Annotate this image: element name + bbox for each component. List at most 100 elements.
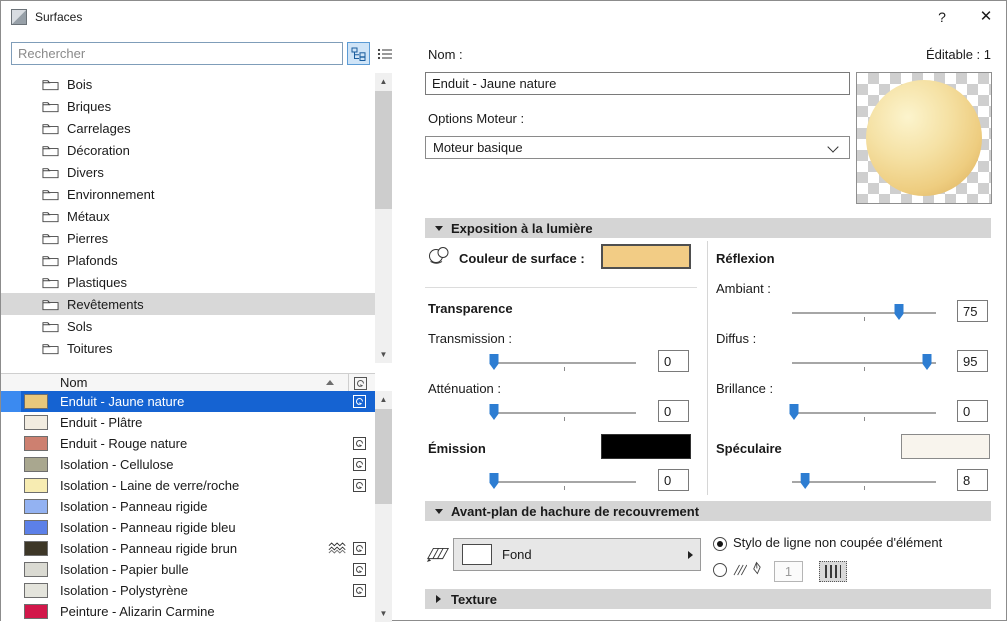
close-button[interactable]: ✕: [965, 1, 1007, 33]
table-row[interactable]: Isolation - Panneau rigide: [1, 496, 375, 517]
scroll-up-icon[interactable]: ▲: [375, 391, 392, 408]
folder-row[interactable]: Sols: [1, 315, 375, 337]
collapse-triangle-icon: [435, 226, 443, 231]
specular-slider[interactable]: [790, 472, 938, 492]
folder-icon: [42, 341, 59, 355]
help-button[interactable]: ?: [923, 1, 961, 33]
folder-tree: Bois Briques Carrelages Décoration Diver…: [1, 73, 375, 359]
folder-label: Sols: [67, 319, 92, 334]
slider-thumb[interactable]: [490, 473, 499, 489]
emission-title: Émission: [428, 441, 486, 456]
table-row[interactable]: Isolation - Papier bulle: [1, 559, 375, 580]
folder-label: Décoration: [67, 143, 130, 158]
search-input[interactable]: [11, 42, 343, 65]
material-color-swatch: [24, 604, 48, 619]
name-column-header[interactable]: Nom: [60, 375, 87, 390]
material-name: Enduit - Jaune nature: [60, 394, 184, 409]
emission-color-swatch[interactable]: [601, 434, 691, 459]
custom-pen-radio[interactable]: [713, 563, 727, 577]
scroll-up-icon[interactable]: ▲: [375, 73, 392, 90]
folder-row[interactable]: Briques: [1, 95, 375, 117]
material-name: Isolation - Cellulose: [60, 457, 173, 472]
table-row[interactable]: Enduit - Rouge nature: [1, 433, 375, 454]
folder-label: Bois: [67, 77, 92, 92]
slider-thumb[interactable]: [490, 354, 499, 370]
material-name: Enduit - Plâtre: [60, 415, 142, 430]
materials-scrollbar[interactable]: ▲ ▼: [375, 391, 392, 622]
table-row[interactable]: Peinture - Alizarin Carmine: [1, 601, 375, 622]
diffuse-value[interactable]: [957, 350, 988, 372]
attenuation-slider[interactable]: [490, 403, 638, 423]
ambient-value[interactable]: [957, 300, 988, 322]
slider-thumb[interactable]: [801, 473, 810, 489]
section-cover-fill[interactable]: Avant-plan de hachure de recouvrement: [425, 501, 991, 521]
engine-select[interactable]: Moteur basique: [425, 136, 850, 159]
folder-scrollbar[interactable]: ▲ ▼: [375, 73, 392, 363]
specular-color-swatch[interactable]: [901, 434, 990, 459]
table-row[interactable]: Isolation - Laine de verre/roche: [1, 475, 375, 496]
row-select-indicator: [1, 517, 21, 538]
shininess-value[interactable]: [957, 400, 988, 422]
section-texture[interactable]: Texture: [425, 589, 991, 609]
folder-icon: [42, 121, 59, 135]
folder-row[interactable]: Toitures: [1, 337, 375, 359]
table-row[interactable]: Isolation - Panneau rigide bleu: [1, 517, 375, 538]
shininess-slider[interactable]: [790, 403, 938, 423]
table-row[interactable]: Isolation - Cellulose: [1, 454, 375, 475]
uncut-line-pen-radio[interactable]: [713, 537, 727, 551]
shininess-label: Brillance :: [716, 381, 773, 396]
folder-label: Carrelages: [67, 121, 131, 136]
table-row[interactable]: Isolation - Panneau rigide brun: [1, 538, 375, 559]
slider-thumb[interactable]: [490, 404, 499, 420]
diffuse-slider[interactable]: [790, 353, 938, 373]
list-view-button[interactable]: [373, 42, 396, 65]
attenuation-value[interactable]: [658, 400, 689, 422]
folder-row[interactable]: Métaux: [1, 205, 375, 227]
scrollbar-thumb[interactable]: [375, 91, 392, 209]
folder-row[interactable]: Pierres: [1, 227, 375, 249]
row-select-indicator: [1, 454, 21, 475]
folder-row[interactable]: Environnement: [1, 183, 375, 205]
section-light-exposure[interactable]: Exposition à la lumière: [425, 218, 991, 238]
ambient-slider[interactable]: [790, 303, 938, 323]
folder-row[interactable]: Divers: [1, 161, 375, 183]
surface-color-swatch[interactable]: [601, 244, 691, 269]
specular-value[interactable]: [957, 469, 988, 491]
transmission-value[interactable]: [658, 350, 689, 372]
folder-row[interactable]: Carrelages: [1, 117, 375, 139]
surface-name-input[interactable]: [425, 72, 850, 95]
folder-row[interactable]: Plastiques: [1, 271, 375, 293]
editable-count: Éditable : 1: [791, 47, 991, 62]
scroll-down-icon[interactable]: ▼: [375, 605, 392, 622]
slider-thumb[interactable]: [923, 354, 932, 370]
tree-view-button[interactable]: [347, 42, 370, 65]
transmission-slider[interactable]: [490, 353, 638, 373]
emission-slider[interactable]: [490, 472, 638, 492]
table-row[interactable]: Isolation - Polystyrène: [1, 580, 375, 601]
slider-track: [792, 481, 936, 483]
table-row[interactable]: Enduit - Plâtre: [1, 412, 375, 433]
emission-value[interactable]: [658, 469, 689, 491]
pen-number-input[interactable]: [774, 561, 803, 582]
folder-row[interactable]: Plafonds: [1, 249, 375, 271]
scroll-down-icon[interactable]: ▼: [375, 346, 392, 363]
scrollbar-thumb[interactable]: [375, 409, 392, 504]
material-color-swatch: [24, 562, 48, 577]
row-select-indicator: [1, 496, 21, 517]
slider-thumb[interactable]: [790, 404, 799, 420]
folder-label: Pierres: [67, 231, 108, 246]
row-select-indicator: [1, 412, 21, 433]
slider-thumb[interactable]: [895, 304, 904, 320]
material-name: Isolation - Panneau rigide: [60, 499, 207, 514]
column-separator: [348, 374, 349, 392]
cover-fill-select[interactable]: Fond: [453, 538, 701, 571]
material-name: Peinture - Alizarin Carmine: [60, 604, 215, 619]
folder-label: Briques: [67, 99, 111, 114]
folder-row[interactable]: Décoration: [1, 139, 375, 161]
surface-color-label: Couleur de surface :: [459, 251, 585, 266]
materials-table-header[interactable]: Nom: [1, 373, 375, 392]
folder-row[interactable]: Bois: [1, 73, 375, 95]
folder-row[interactable]: Revêtements: [1, 293, 375, 315]
table-row[interactable]: Enduit - Jaune nature: [1, 391, 375, 412]
pen-color-button[interactable]: [819, 561, 847, 582]
